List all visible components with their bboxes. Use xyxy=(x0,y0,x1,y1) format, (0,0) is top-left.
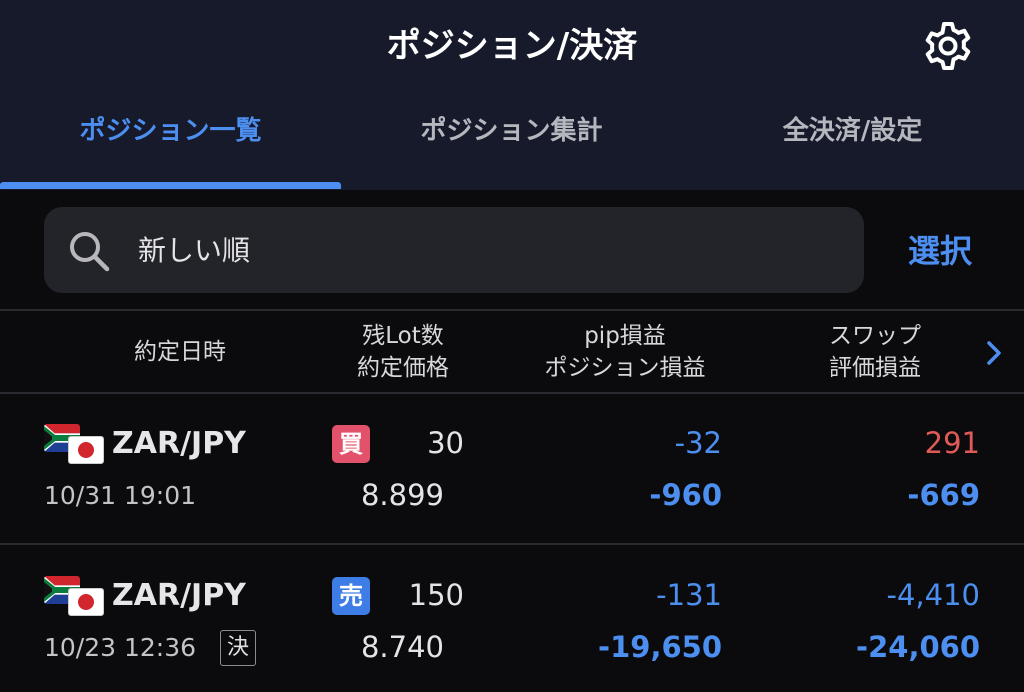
tab-bar: ポジション一覧 ポジション集計 全決済/設定 xyxy=(0,100,1024,190)
tab-settle-all-settings[interactable]: 全決済/設定 xyxy=(682,110,1023,147)
divider xyxy=(0,309,1024,311)
tab-position-list[interactable]: ポジション一覧 xyxy=(0,110,341,147)
col-header-price: 約定価格 xyxy=(357,355,449,381)
pip-pl-value: -32 xyxy=(674,426,722,460)
col-header-valuation-pl: 評価損益 xyxy=(829,355,921,381)
search-icon xyxy=(70,232,110,272)
currency-flags xyxy=(44,576,106,622)
trade-price: 8.740 xyxy=(360,630,444,664)
divider xyxy=(0,543,1024,545)
trade-datetime: 10/23 12:36 xyxy=(44,633,197,662)
sort-order-label: 新しい順 xyxy=(138,234,251,267)
remaining-lots: 30 xyxy=(427,426,464,460)
gear-icon[interactable] xyxy=(920,18,976,74)
tab-position-summary[interactable]: ポジション集計 xyxy=(341,110,682,147)
currency-flags xyxy=(44,424,106,470)
sell-badge: 売 xyxy=(332,577,370,615)
swap-value: -4,410 xyxy=(886,578,981,612)
col-header-datetime: 約定日時 xyxy=(134,339,226,365)
valuation-pl-value: -24,060 xyxy=(856,630,980,664)
page-title: ポジション/決済 xyxy=(386,26,638,66)
buy-badge: 買 xyxy=(332,425,370,463)
active-tab-indicator xyxy=(0,182,341,189)
select-button[interactable]: 選択 xyxy=(908,226,972,272)
settle-order-badge: 決 xyxy=(220,630,256,666)
position-pl-value: -19,650 xyxy=(598,630,722,664)
position-pl-value: -960 xyxy=(649,478,722,512)
chevron-right-icon[interactable] xyxy=(984,338,1004,368)
col-header-pip-pl: pip損益 xyxy=(584,323,666,349)
valuation-pl-value: -669 xyxy=(907,478,980,512)
col-header-lots: 残Lot数 xyxy=(362,323,444,349)
currency-pair: ZAR/JPY xyxy=(112,578,246,613)
currency-pair: ZAR/JPY xyxy=(112,426,246,461)
divider xyxy=(0,392,1024,394)
col-header-swap: スワップ xyxy=(829,323,921,349)
trade-price: 8.899 xyxy=(360,478,444,512)
remaining-lots: 150 xyxy=(408,578,464,612)
swap-value: 291 xyxy=(924,426,980,460)
trade-datetime: 10/31 19:01 xyxy=(44,481,197,510)
col-header-position-pl: ポジション損益 xyxy=(544,355,706,381)
japan-flag-icon xyxy=(68,436,104,464)
pip-pl-value: -131 xyxy=(656,578,722,612)
japan-flag-icon xyxy=(68,588,104,616)
